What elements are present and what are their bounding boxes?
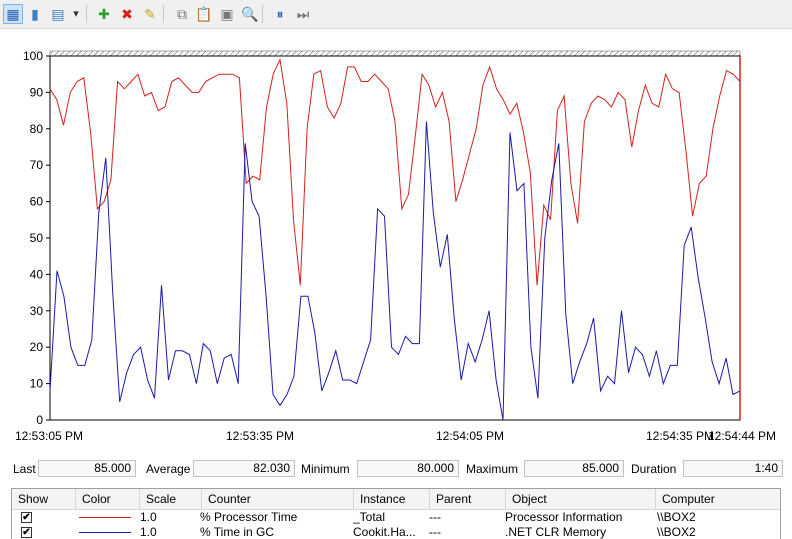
column-show[interactable]: Show bbox=[12, 489, 76, 509]
last-label: Last bbox=[13, 462, 36, 476]
x-tick-label: 12:54:05 PM bbox=[436, 429, 504, 443]
y-tick-label: 50 bbox=[30, 231, 44, 245]
x-tick-label: 12:54:44 PM bbox=[708, 429, 776, 443]
y-tick-label: 100 bbox=[23, 49, 43, 63]
add-counter-icon[interactable]: ✚ bbox=[94, 4, 114, 24]
line-chart: 0 10 20 30 40 50 60 70 80 90 100 12:53:05 PM 12:53:3… bbox=[15, 49, 776, 443]
y-tick-label: 70 bbox=[30, 158, 44, 172]
properties-icon[interactable]: ▣ bbox=[217, 4, 237, 24]
toolbar-separator bbox=[262, 5, 263, 23]
x-tick-label: 12:53:05 PM bbox=[15, 429, 83, 443]
color-swatch bbox=[79, 532, 131, 533]
color-swatch bbox=[79, 517, 131, 518]
show-checkbox[interactable]: ✔ bbox=[21, 512, 32, 523]
parent-cell: --- bbox=[429, 510, 441, 524]
toolbar-separator bbox=[86, 5, 87, 23]
y-tick-label: 90 bbox=[30, 85, 44, 99]
y-tick-label: 80 bbox=[30, 122, 44, 136]
minimum-label: Minimum bbox=[301, 462, 350, 476]
freeze-display-icon[interactable]: ⏸ bbox=[270, 4, 290, 24]
duration-value: 1:40 bbox=[683, 460, 783, 477]
column-counter[interactable]: Counter bbox=[202, 489, 354, 509]
y-tick-label: 30 bbox=[30, 304, 44, 318]
y-tick-label: 60 bbox=[30, 195, 44, 209]
minimum-value: 80.000 bbox=[357, 460, 459, 477]
performance-graph[interactable]: 0 10 20 30 40 50 60 70 80 90 100 12:53:05 PM 12:53:3… bbox=[0, 36, 792, 446]
instance-cell: _Total bbox=[353, 510, 386, 524]
scale-cell: 1.0 bbox=[140, 510, 157, 524]
dropdown-arrow-icon[interactable]: ▾ bbox=[70, 4, 82, 24]
y-tick-label: 0 bbox=[36, 413, 43, 427]
column-instance[interactable]: Instance bbox=[354, 489, 430, 509]
counter-cell: % Processor Time bbox=[200, 510, 298, 524]
update-data-icon[interactable]: ⏭ bbox=[293, 4, 313, 24]
last-value: 85.000 bbox=[38, 460, 136, 477]
legend-row-processor-time[interactable]: ✔ 1.0 % Processor Time _Total --- Proces… bbox=[12, 510, 780, 525]
legend-header: Show Color Scale Counter Instance Parent… bbox=[12, 489, 780, 510]
column-parent[interactable]: Parent bbox=[430, 489, 506, 509]
toolbar: ▦ ▮ ▤ ▾ ✚ ✖ ✎ ⧉ 📋 ▣ 🔍 ⏸ ⏭ bbox=[0, 0, 792, 29]
view-histogram-icon[interactable]: ▮ bbox=[25, 4, 45, 24]
average-value: 82.030 bbox=[193, 460, 295, 477]
computer-cell: \\BOX2 bbox=[657, 510, 696, 524]
y-tick-label: 20 bbox=[30, 340, 44, 354]
show-checkbox[interactable]: ✔ bbox=[21, 527, 32, 538]
hatched-band bbox=[49, 50, 741, 57]
toolbar-separator bbox=[163, 5, 164, 23]
column-scale[interactable]: Scale bbox=[140, 489, 202, 509]
object-cell: .NET CLR Memory bbox=[505, 525, 607, 539]
y-tick-label: 40 bbox=[30, 267, 44, 281]
y-tick-label: 10 bbox=[30, 377, 44, 391]
column-computer[interactable]: Computer bbox=[656, 489, 780, 509]
scale-cell: 1.0 bbox=[140, 525, 157, 539]
counter-cell: % Time in GC bbox=[200, 525, 275, 539]
object-cell: Processor Information bbox=[505, 510, 623, 524]
computer-cell: \\BOX2 bbox=[657, 525, 696, 539]
column-object[interactable]: Object bbox=[506, 489, 656, 509]
view-graph-icon[interactable]: ▦ bbox=[3, 4, 23, 24]
paste-counter-list-icon[interactable]: 📋 bbox=[194, 4, 214, 24]
plot-area bbox=[49, 55, 741, 421]
change-graph-type-icon[interactable]: ▤ bbox=[48, 4, 68, 24]
stats-bar: Last 85.000 Average 82.030 Minimum 80.00… bbox=[0, 458, 792, 480]
legend-row-time-in-gc[interactable]: ✔ 1.0 % Time in GC Cookit.Ha... --- .NET… bbox=[12, 525, 780, 539]
instance-cell: Cookit.Ha... bbox=[353, 525, 416, 539]
zoom-icon[interactable]: 🔍 bbox=[240, 4, 260, 24]
duration-label: Duration bbox=[631, 462, 677, 476]
parent-cell: --- bbox=[429, 525, 441, 539]
column-color[interactable]: Color bbox=[76, 489, 140, 509]
maximum-value: 85.000 bbox=[524, 460, 624, 477]
maximum-label: Maximum bbox=[466, 462, 519, 476]
average-label: Average bbox=[146, 462, 191, 476]
x-tick-label: 12:53:35 PM bbox=[226, 429, 294, 443]
counter-legend-table: Show Color Scale Counter Instance Parent… bbox=[11, 488, 781, 539]
copy-properties-icon[interactable]: ⧉ bbox=[172, 4, 192, 24]
delete-counter-icon[interactable]: ✖ bbox=[117, 4, 137, 24]
x-tick-label: 12:54:35 PM bbox=[646, 429, 714, 443]
highlight-icon[interactable]: ✎ bbox=[140, 4, 160, 24]
